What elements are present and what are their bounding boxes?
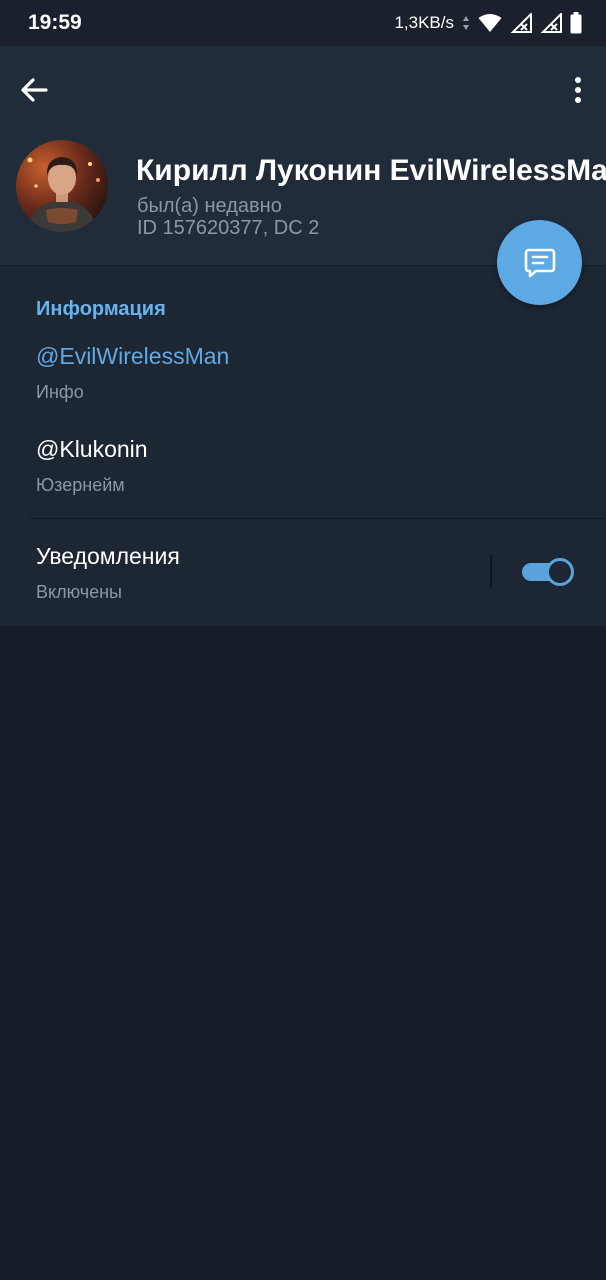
bio-value[interactable]: @EvilWirelessMan	[36, 343, 229, 370]
last-seen-status: был(а) недавно	[137, 195, 282, 217]
user-id: ID 157620377, DC 2	[137, 217, 320, 239]
network-speed: 1,3KB/s	[394, 13, 454, 32]
wifi-icon	[478, 13, 502, 33]
toggle-knob	[546, 558, 574, 586]
toggle-separator	[490, 554, 492, 588]
divider	[30, 518, 606, 519]
username-value[interactable]: @Klukonin	[36, 436, 148, 463]
bio-label: Инфо	[36, 382, 84, 402]
data-arrows-icon	[462, 15, 470, 31]
status-bar: 19:59 1,3KB/s	[0, 0, 606, 46]
notifications-status: Включены	[36, 582, 122, 602]
battery-icon	[570, 12, 582, 34]
profile-name: Кирилл Луконин EvilWirelessMan	[136, 154, 606, 187]
signal-no-sim-icon	[510, 13, 532, 33]
more-options-button[interactable]	[562, 70, 594, 110]
section-title: Информация	[36, 298, 166, 320]
notifications-toggle[interactable]	[522, 558, 574, 586]
signal-no-sim-icon-2	[540, 13, 562, 33]
status-time: 19:59	[28, 11, 82, 34]
message-icon	[524, 248, 555, 277]
send-message-button[interactable]	[497, 220, 582, 305]
notifications-title[interactable]: Уведомления	[36, 543, 180, 570]
arrow-left-icon	[21, 78, 48, 102]
more-vert-icon	[575, 77, 581, 103]
back-button[interactable]	[14, 70, 54, 110]
info-section: Информация @EvilWirelessMan Инфо @Klukon…	[0, 266, 606, 626]
avatar[interactable]	[16, 140, 108, 232]
username-label: Юзернейм	[36, 475, 125, 495]
status-indicators: 1,3KB/s	[394, 12, 582, 34]
